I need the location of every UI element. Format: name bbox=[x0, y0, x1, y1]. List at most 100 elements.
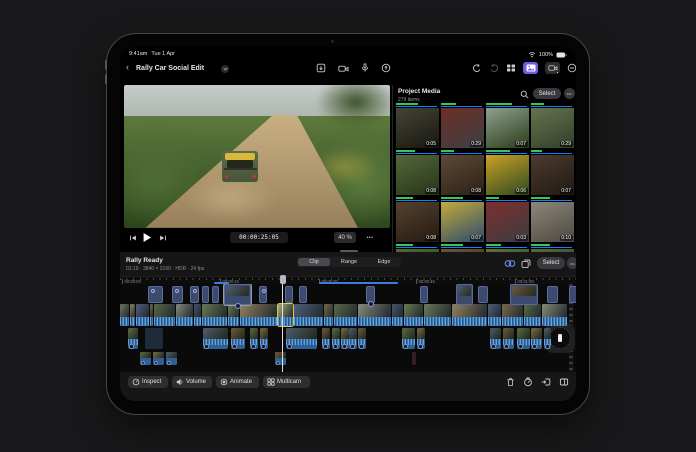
spine-clip[interactable] bbox=[502, 304, 523, 326]
spine-clip[interactable] bbox=[194, 304, 201, 326]
skip-back-icon[interactable] bbox=[129, 234, 137, 242]
upper-lane-clip[interactable] bbox=[420, 286, 428, 303]
upper-lane-clip[interactable] bbox=[366, 286, 375, 303]
lower-lane-clip[interactable] bbox=[358, 328, 366, 349]
upper-lane-clip[interactable] bbox=[259, 286, 267, 303]
media-item[interactable] bbox=[486, 244, 529, 252]
media-more-button[interactable]: ••• bbox=[564, 88, 575, 99]
lower-lane-clip[interactable] bbox=[417, 328, 425, 349]
lower-lane-clip[interactable] bbox=[128, 328, 138, 349]
media-item[interactable]: 0:29 bbox=[531, 103, 574, 148]
spine-clip[interactable] bbox=[120, 304, 129, 326]
volume-button[interactable]: Volume bbox=[172, 376, 212, 388]
lower-lane-clip[interactable] bbox=[349, 328, 357, 349]
search-icon[interactable] bbox=[519, 89, 529, 99]
animate-button[interactable]: Animate bbox=[216, 376, 259, 388]
spine-clip[interactable] bbox=[130, 304, 135, 326]
lower-lane-clip[interactable] bbox=[322, 328, 330, 349]
viewer-layout-icon[interactable] bbox=[506, 63, 516, 73]
spine-clip[interactable] bbox=[542, 304, 567, 326]
media-item[interactable] bbox=[441, 244, 484, 252]
spine-clip[interactable] bbox=[176, 304, 193, 326]
lower-lane-clip[interactable] bbox=[517, 328, 530, 349]
play-button[interactable] bbox=[141, 231, 153, 244]
overwrite-clip-icon[interactable] bbox=[559, 377, 569, 387]
media-item[interactable]: 0:05 bbox=[396, 103, 439, 148]
spine-clip[interactable] bbox=[524, 304, 541, 326]
media-item[interactable] bbox=[396, 244, 439, 252]
lower-lane-clip[interactable] bbox=[260, 328, 268, 349]
media-item[interactable]: 0:03 bbox=[486, 197, 529, 242]
spine-clip[interactable] bbox=[334, 304, 357, 326]
lower-lane-clip[interactable] bbox=[145, 328, 163, 349]
upper-lane-clip[interactable] bbox=[569, 286, 576, 303]
lower-lane-clip[interactable] bbox=[531, 328, 542, 349]
upper-lane-clip[interactable] bbox=[510, 284, 538, 305]
lower-lane-clip[interactable] bbox=[402, 328, 415, 349]
media-item[interactable]: 0:07 bbox=[531, 150, 574, 195]
spine-clip[interactable] bbox=[452, 304, 487, 326]
upper-lane-clip[interactable] bbox=[148, 286, 163, 303]
inspect-button[interactable]: Inspect bbox=[128, 376, 168, 388]
upper-lane-clip[interactable] bbox=[299, 286, 307, 303]
capture-button[interactable] bbox=[545, 62, 560, 74]
upper-lane-clip[interactable] bbox=[478, 286, 488, 303]
back-button[interactable]: ‹ bbox=[126, 62, 129, 72]
import-icon[interactable] bbox=[316, 63, 326, 73]
upper-lane-clip[interactable] bbox=[172, 286, 183, 303]
timeline-more-button[interactable]: ••• bbox=[567, 257, 576, 269]
lower-lane-clip[interactable] bbox=[332, 328, 340, 349]
lower-lane-clip[interactable] bbox=[341, 328, 349, 349]
spine-clip[interactable] bbox=[150, 304, 153, 326]
media-item[interactable]: 0:07 bbox=[441, 197, 484, 242]
spine-clip[interactable] bbox=[136, 304, 149, 326]
media-item[interactable]: 0:29 bbox=[441, 103, 484, 148]
spine-clip[interactable] bbox=[488, 304, 501, 326]
spine-clip[interactable] bbox=[240, 304, 277, 326]
lower-lane-clip[interactable] bbox=[490, 328, 501, 349]
lower-lane-clip[interactable] bbox=[544, 328, 551, 349]
upper-lane-clip[interactable] bbox=[190, 286, 199, 303]
spine-clip[interactable] bbox=[358, 304, 391, 326]
upper-lane-clip[interactable] bbox=[547, 286, 558, 303]
spine-clip[interactable] bbox=[392, 304, 403, 326]
title-menu-button[interactable] bbox=[221, 65, 229, 73]
timeline-select-button[interactable]: Select bbox=[537, 257, 565, 269]
mode-clip[interactable]: Clip bbox=[298, 258, 330, 266]
upper-lane-clip[interactable] bbox=[285, 286, 293, 303]
media-item[interactable]: 0:08 bbox=[441, 150, 484, 195]
trash-icon[interactable] bbox=[506, 377, 515, 387]
playhead-line[interactable] bbox=[282, 276, 283, 372]
mode-range[interactable]: Range bbox=[330, 258, 368, 266]
voiceover-icon[interactable] bbox=[381, 63, 391, 73]
media-item[interactable]: 0:08 bbox=[396, 197, 439, 242]
viewer-more-button[interactable]: ••• bbox=[363, 232, 377, 243]
media-item[interactable]: 0:10 bbox=[531, 197, 574, 242]
mode-edge[interactable]: Edge bbox=[368, 258, 400, 266]
upper-lane-clip[interactable] bbox=[202, 286, 209, 303]
spine-clip[interactable] bbox=[404, 304, 423, 326]
viewer[interactable] bbox=[124, 85, 390, 228]
spine-clip[interactable] bbox=[154, 304, 175, 326]
lower-lane2-clip[interactable] bbox=[412, 352, 416, 365]
playhead-handle[interactable] bbox=[280, 275, 286, 284]
upper-lane-clip[interactable] bbox=[212, 286, 219, 303]
spine-clip[interactable] bbox=[278, 304, 293, 326]
lower-lane2-clip[interactable] bbox=[153, 352, 164, 365]
upper-lane-clip[interactable] bbox=[224, 284, 251, 305]
media-item[interactable] bbox=[531, 244, 574, 252]
multicam-button[interactable]: Multicam bbox=[263, 376, 310, 388]
hide-interface-icon[interactable] bbox=[567, 63, 576, 73]
lower-lane2-clip[interactable] bbox=[275, 352, 286, 365]
lower-lane-clip[interactable] bbox=[503, 328, 514, 349]
viewer-zoom-level[interactable]: 40 % bbox=[334, 232, 356, 243]
browser-button[interactable] bbox=[523, 62, 538, 74]
lower-lane-clip[interactable] bbox=[203, 328, 228, 349]
media-item[interactable]: 0:08 bbox=[396, 150, 439, 195]
timeline-tracks[interactable] bbox=[120, 284, 576, 372]
spine-clip[interactable] bbox=[324, 304, 333, 326]
media-item[interactable]: 0:06 bbox=[486, 150, 529, 195]
lower-lane-clip[interactable] bbox=[231, 328, 245, 349]
spine-clip[interactable] bbox=[202, 304, 227, 326]
lower-lane-clip[interactable] bbox=[286, 328, 317, 349]
